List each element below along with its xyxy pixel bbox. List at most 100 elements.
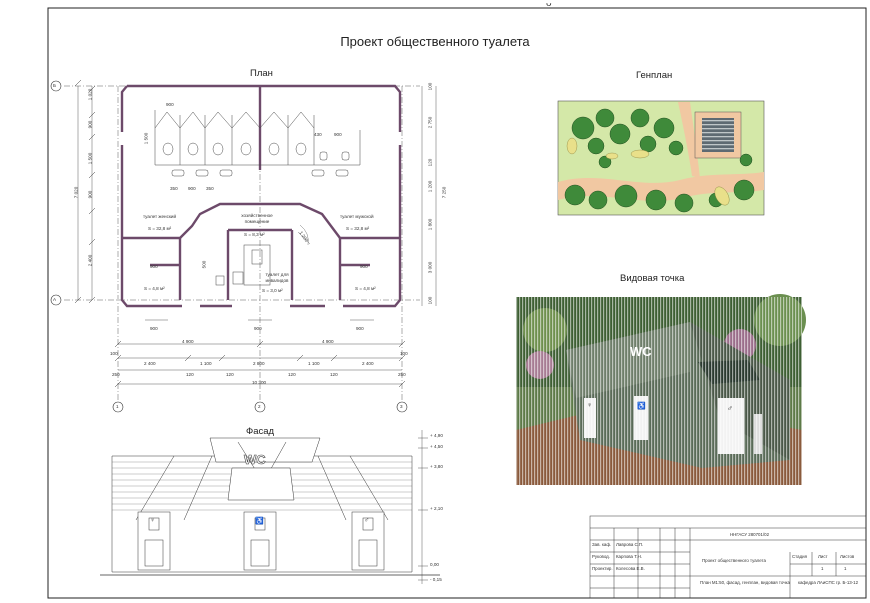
dim-inner: 350	[206, 186, 214, 191]
genplan-title: Генплан	[636, 70, 673, 81]
facade-wc-sign: WC	[244, 452, 266, 468]
stamp-role: Руковод.	[592, 554, 610, 559]
axis-3: 3	[400, 404, 403, 409]
dim-bottom: 120	[226, 372, 234, 377]
dim-bottom: 100	[400, 351, 408, 356]
stamp-sheet-desc: План М1:50, фасад, генплан, видовая точк…	[700, 580, 790, 585]
facade-women-icon: ♀	[150, 517, 156, 524]
stamp-project: Проект общественного туалета	[702, 558, 766, 563]
stamp-role: Зав. каф.	[592, 542, 612, 547]
title-block-text: ННГАСУ 280701/02 Зав. каф. Руковод. Прое…	[590, 516, 866, 598]
genplan-drawing	[557, 100, 765, 216]
stamp-org: кафедра ЛАиСПС гр. Б-13-12	[797, 580, 859, 585]
dim-right: 100	[427, 296, 433, 305]
top-mark: ᴗ	[546, 0, 552, 9]
facade-title: Фасад	[246, 426, 275, 437]
dim-left: 900	[87, 120, 93, 129]
level-mark: + 4,50	[430, 444, 443, 449]
view-title: Видовая точка	[620, 273, 685, 284]
wheelchair-icon: ♿	[637, 403, 646, 410]
dim-right: 2 750	[427, 116, 433, 129]
facade-drawing	[100, 430, 440, 584]
dim-bottom: 4 900	[322, 339, 334, 344]
women-icon: ♀	[587, 402, 593, 409]
dim-right-total: 7 250	[441, 186, 447, 199]
dim-right: 3 000	[427, 261, 433, 274]
dim-left: 900	[87, 190, 93, 199]
room-utility-area: S = 8,3 м²	[244, 232, 265, 237]
dim-right: 120	[427, 158, 433, 167]
stamp-col-head: Лист	[818, 554, 828, 559]
sheet-title: Проект общественного туалета	[340, 34, 530, 49]
dim-inner: 900	[254, 326, 262, 331]
axis-b: Б	[53, 83, 57, 88]
dim-inner: 900	[150, 264, 158, 269]
axis-a: А	[53, 297, 57, 302]
drawing-sheet: Проект общественного туалета ᴗ План Генп…	[0, 0, 870, 603]
dim-inner: 900	[166, 102, 174, 107]
dim-inner: 430	[314, 132, 322, 137]
dim-left: 2 400	[87, 254, 93, 267]
stamp-name: Карпова Т.Н.	[616, 554, 643, 559]
room-men: туалет мужской	[340, 214, 374, 219]
stamp-name: Лаврова С.П.	[616, 542, 644, 547]
dim-left: 1 020	[87, 88, 93, 101]
stamp-col-val: 1	[844, 566, 847, 571]
room-disabled: туалет для инвалидов	[265, 272, 289, 283]
dim-left-total: 7 020	[73, 186, 79, 199]
dim-left: 1 500	[87, 152, 93, 165]
floor-plan	[50, 79, 437, 413]
view-render	[516, 294, 806, 485]
dim-bottom: 4 900	[182, 339, 194, 344]
room-vestibule-m-area: S = 4,8 м²	[355, 286, 376, 291]
axis-1: 1	[116, 404, 119, 409]
sheet-graphics	[47, 7, 867, 599]
dim-right: 1 800	[427, 218, 433, 231]
dim-bottom: 1 100	[308, 361, 320, 366]
dim-bottom: 120	[330, 372, 338, 377]
stamp-name: Колесова Е.В.	[616, 566, 645, 571]
dim-inner: 500	[201, 260, 207, 269]
dim-bottom-total: 10 300	[252, 380, 267, 385]
stamp-code: ННГАСУ 280701/02	[730, 532, 770, 537]
dim-inner: 350	[170, 186, 178, 191]
stamp-col-head: Стадия	[792, 554, 807, 559]
room-disabled-area: S = 3,0 м²	[262, 288, 283, 293]
facade-wheelchair-icon: ♿	[255, 518, 264, 525]
level-mark: + 4,90	[430, 433, 443, 438]
dim-right: 100	[427, 82, 433, 91]
dim-bottom: 2 400	[144, 361, 156, 366]
facade-men-icon: ♂	[364, 517, 370, 524]
view-wc-sign: WC	[630, 344, 652, 359]
stamp-role: Проектир.	[592, 566, 613, 571]
dim-inner: 900	[188, 186, 196, 191]
dim-inner: 900	[150, 326, 158, 331]
level-mark: 0,00	[430, 562, 439, 567]
dim-inner: 1 500	[143, 132, 149, 145]
dim-inner: 900	[334, 132, 342, 137]
dim-bottom: 2 800	[253, 361, 265, 366]
dim-bottom: 2 400	[362, 361, 374, 366]
dim-bottom: 120	[186, 372, 194, 377]
dim-bottom: 100	[110, 351, 118, 356]
level-mark: - 0,15	[430, 577, 442, 582]
level-mark: + 2,10	[430, 506, 443, 511]
dim-bottom: 250	[112, 372, 120, 377]
stamp-col-head: Листов	[840, 554, 855, 559]
men-icon: ♂	[727, 404, 733, 413]
room-men-area: S = 32,8 м²	[346, 226, 370, 231]
axis-2: 2	[258, 404, 261, 409]
room-women-area: S = 32,8 м²	[148, 226, 172, 231]
dim-inner: 900	[356, 326, 364, 331]
room-utility: хозяйственное помещение	[241, 213, 273, 224]
dim-inner: 900	[360, 264, 368, 269]
plan-title: План	[250, 68, 273, 79]
room-women: туалет женский	[143, 214, 177, 219]
room-vestibule-w-area: S = 4,8 м²	[144, 286, 165, 291]
dim-bottom: 120	[288, 372, 296, 377]
dim-bottom: 250	[398, 372, 406, 377]
stamp-col-val: 1	[821, 566, 824, 571]
dim-bottom: 1 100	[200, 361, 212, 366]
level-mark: + 3,80	[430, 464, 443, 469]
dim-right: 1 200	[427, 180, 433, 193]
